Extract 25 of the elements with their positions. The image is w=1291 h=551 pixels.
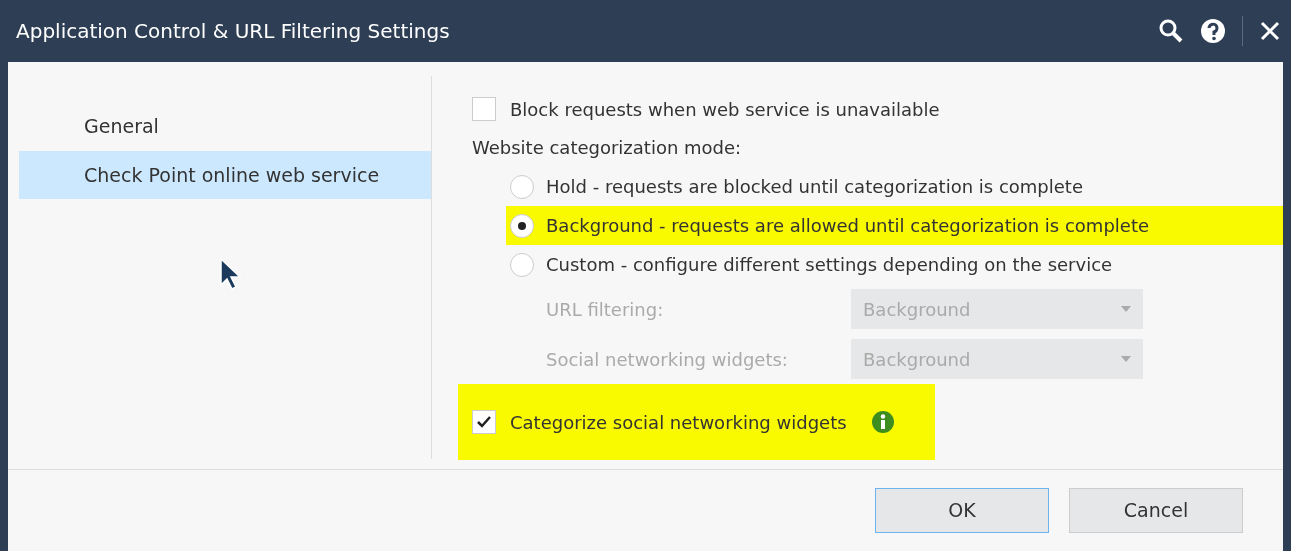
checkbox[interactable] — [472, 410, 496, 434]
close-icon[interactable] — [1259, 20, 1281, 42]
checkbox-label: Categorize social networking widgets — [510, 410, 847, 435]
radio-button[interactable] — [510, 174, 534, 199]
field-label: Social networking widgets: — [546, 347, 789, 372]
help-icon[interactable] — [1200, 18, 1226, 44]
checkbox-label: Block requests when web service is unavailable — [510, 97, 940, 122]
radio-label: Custom - configure different settings depending on the service — [546, 253, 1113, 277]
search-icon[interactable] — [1158, 18, 1184, 44]
section-label: Website categorization mode: — [472, 136, 743, 160]
checkbox[interactable] — [472, 97, 496, 121]
check-icon — [476, 415, 492, 429]
radio-label: Background - requests are allowed until categorization is complete — [546, 214, 1150, 238]
radio-button[interactable] — [510, 213, 534, 238]
field-label: URL filtering: — [546, 297, 665, 322]
info-icon[interactable] — [870, 410, 895, 434]
sidebar-item[interactable]: General — [19, 102, 431, 151]
caret-icon — [1121, 356, 1131, 362]
radio-button[interactable] — [510, 252, 534, 277]
caret-icon — [1121, 306, 1131, 312]
dialog-button[interactable]: Cancel — [1069, 488, 1243, 533]
radio-label: Hold - requests are blocked until categorization is complete — [546, 175, 1083, 199]
dialog-button[interactable]: OK — [875, 488, 1049, 533]
window-title: Application Control & URL Filtering Settings — [16, 18, 450, 45]
sidebar-item[interactable]: Check Point online web service — [19, 150, 431, 199]
